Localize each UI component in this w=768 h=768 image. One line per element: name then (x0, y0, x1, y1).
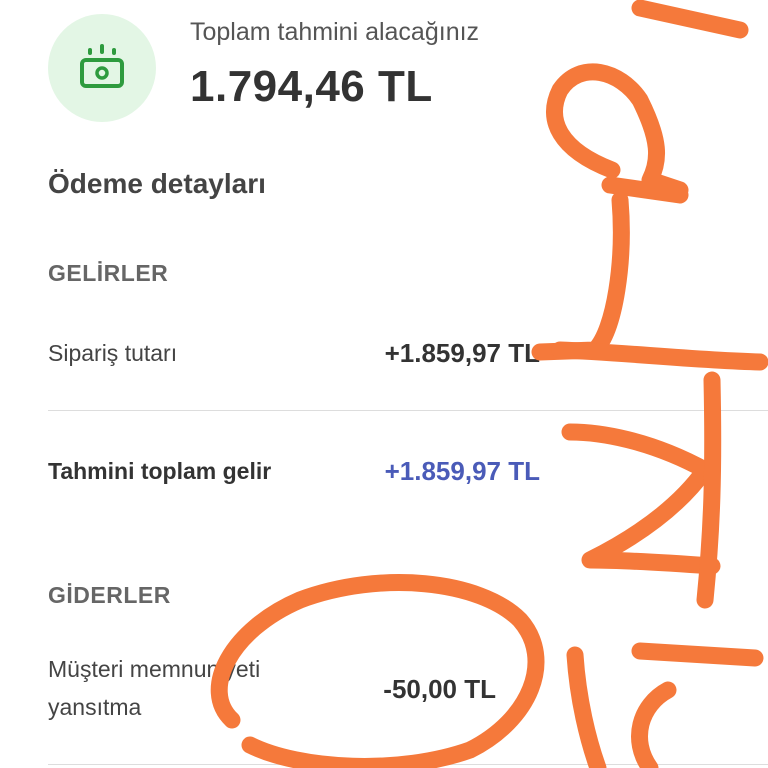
order-amount-value: +1.859,97 TL (384, 338, 540, 368)
estimated-total-income-label: Tahmini toplam gelir (48, 458, 272, 484)
customer-satisfaction-label-line2: yansıtma (48, 694, 142, 720)
cash-icon (80, 44, 124, 88)
cash-icon-circle (48, 14, 156, 122)
divider (48, 764, 768, 765)
expenses-header: GİDERLER (48, 582, 171, 608)
customer-satisfaction-label-line1: Müşteri memnuniyeti (48, 656, 261, 682)
order-amount-label: Sipariş tutarı (48, 340, 178, 366)
total-estimated-label: Toplam tahmini alacağınız (190, 18, 480, 46)
income-header: GELİRLER (48, 260, 169, 286)
total-estimated-amount: 1.794,46 TL (190, 62, 433, 111)
customer-satisfaction-value: -50,00 TL (383, 674, 496, 704)
payment-details-title: Ödeme detayları (48, 168, 266, 199)
estimated-total-income-value: +1.859,97 TL (384, 456, 540, 486)
payment-summary-screen: Toplam tahmini alacağınız 1.794,46 TL Öd… (0, 0, 768, 768)
divider (48, 410, 768, 411)
